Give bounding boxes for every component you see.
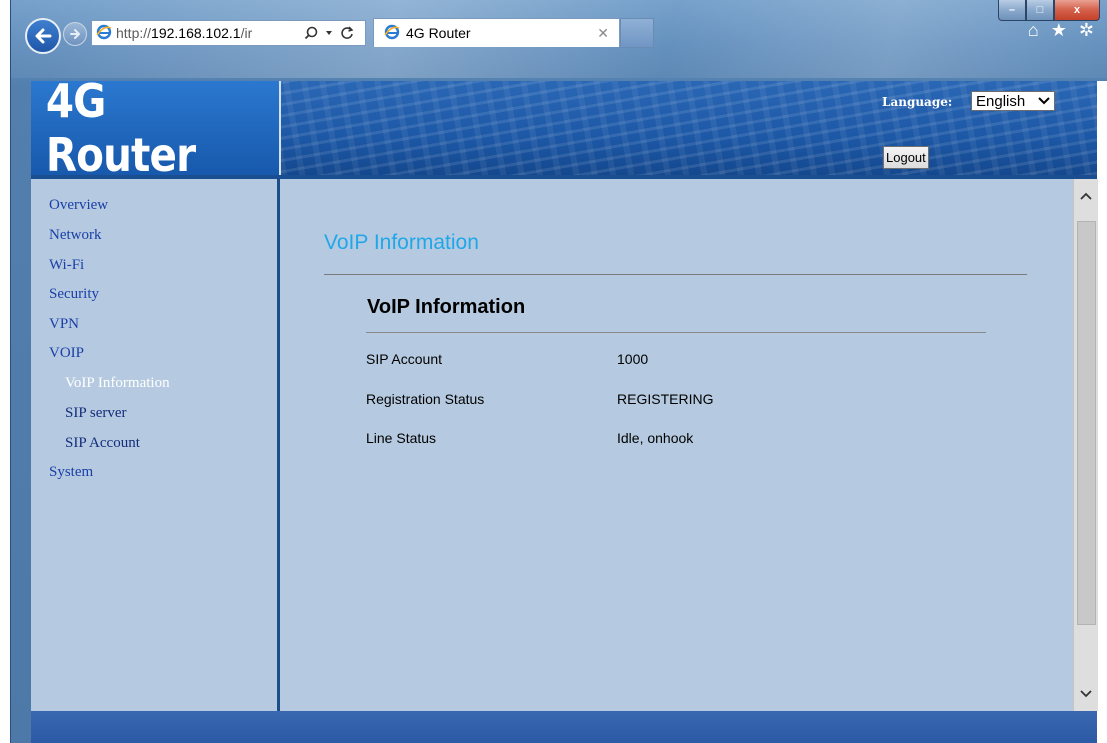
language-select[interactable]: English xyxy=(971,91,1055,111)
main-panel: VoIP Information VoIP Information SIP Ac… xyxy=(280,179,1070,711)
window-controls: – □ x xyxy=(998,0,1100,21)
chevron-down-icon[interactable] xyxy=(325,29,333,37)
home-icon[interactable]: ⌂ xyxy=(1028,20,1039,41)
chevron-up-icon xyxy=(1080,192,1092,200)
section-title: VoIP Information xyxy=(367,296,526,318)
footer-bar xyxy=(31,711,1097,743)
page-title: VoIP Information xyxy=(324,231,479,254)
browser-toolbar-icons: ⌂ ★ ✲ xyxy=(1028,20,1094,41)
scroll-thumb[interactable] xyxy=(1077,221,1096,625)
url-suffix: /ir xyxy=(240,25,253,41)
sidebar-item-voip[interactable]: VOIP xyxy=(49,345,84,362)
close-icon: x xyxy=(1073,4,1081,16)
forward-arrow-icon xyxy=(70,29,80,39)
forward-button[interactable] xyxy=(63,22,87,46)
language-label: Language: xyxy=(882,95,953,109)
maximize-button[interactable]: □ xyxy=(1026,0,1054,21)
sip-account-label: SIP Account xyxy=(366,351,443,367)
line-status-label: Line Status xyxy=(366,430,437,446)
favorites-star-icon[interactable]: ★ xyxy=(1051,20,1067,41)
address-tools xyxy=(304,26,354,40)
tab-title: 4G Router xyxy=(406,25,471,41)
url-text: http://192.168.102.1/ir xyxy=(116,25,298,41)
registration-status-label: Registration Status xyxy=(366,391,485,407)
scroll-up-button[interactable] xyxy=(1074,179,1098,213)
address-bar[interactable]: http://192.168.102.1/ir xyxy=(91,20,366,46)
back-button[interactable] xyxy=(25,18,61,54)
logo: 4G Router xyxy=(31,81,281,179)
registration-status-value: REGISTERING xyxy=(617,391,714,407)
sidebar-item-security[interactable]: Security xyxy=(49,286,99,303)
maximize-icon: □ xyxy=(1036,4,1044,16)
refresh-icon[interactable] xyxy=(340,26,354,40)
url-prefix: http:// xyxy=(116,25,152,41)
browser-window: – □ x http://192.168.102.1/ir 4G Router … xyxy=(10,0,1107,743)
section-divider xyxy=(366,332,986,333)
heading-divider xyxy=(324,274,1027,275)
sidebar: Overview Network Wi-Fi Security VPN VOIP… xyxy=(31,179,280,711)
minimize-icon: – xyxy=(1008,4,1016,16)
close-window-button[interactable]: x xyxy=(1054,0,1100,21)
header-banner: 4G Router Language: English Logout xyxy=(31,81,1097,179)
back-arrow-icon xyxy=(35,28,52,44)
chevron-down-icon xyxy=(1038,97,1050,105)
sidebar-item-wifi[interactable]: Wi-Fi xyxy=(49,257,84,274)
sidebar-item-system[interactable]: System xyxy=(49,464,93,481)
ie-logo-icon xyxy=(96,24,112,43)
chevron-down-icon xyxy=(1080,690,1092,698)
page-viewport: 4G Router Language: English Logout Overv… xyxy=(31,81,1107,743)
logo-text: 4G Router xyxy=(45,81,196,179)
sip-account-value: 1000 xyxy=(617,351,649,367)
logout-button[interactable]: Logout xyxy=(883,146,929,169)
line-status-value: Idle, onhook xyxy=(617,430,694,446)
vertical-scrollbar[interactable] xyxy=(1073,179,1098,711)
language-selected-value: English xyxy=(976,92,1026,110)
settings-gear-icon[interactable]: ✲ xyxy=(1079,20,1094,41)
sidebar-item-sip-server[interactable]: SIP server xyxy=(65,405,127,422)
tab-close-icon[interactable]: ✕ xyxy=(597,25,609,42)
sidebar-item-sip-account[interactable]: SIP Account xyxy=(65,435,140,452)
ie-logo-icon xyxy=(384,24,400,43)
new-tab-button[interactable] xyxy=(620,18,654,48)
sidebar-item-vpn[interactable]: VPN xyxy=(49,316,79,333)
search-icon[interactable] xyxy=(304,26,318,40)
sidebar-item-network[interactable]: Network xyxy=(49,227,102,244)
minimize-button[interactable]: – xyxy=(998,0,1026,21)
scroll-down-button[interactable] xyxy=(1074,677,1098,711)
url-host: 192.168.102.1 xyxy=(151,25,241,41)
content-area: Overview Network Wi-Fi Security VPN VOIP… xyxy=(31,179,1098,711)
sidebar-item-voip-information[interactable]: VoIP Information xyxy=(65,375,170,392)
tab-4g-router[interactable]: 4G Router ✕ xyxy=(373,18,620,47)
sidebar-item-overview[interactable]: Overview xyxy=(49,197,108,214)
